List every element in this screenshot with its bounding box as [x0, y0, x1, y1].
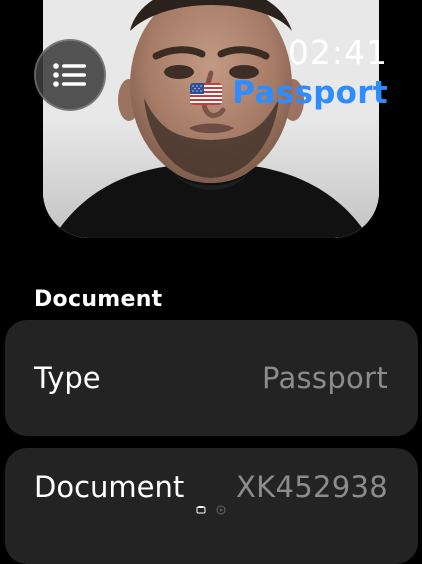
location-icon: [216, 500, 226, 519]
us-flag-icon: [190, 82, 223, 105]
detail-value: Passport: [261, 361, 388, 395]
detail-value: XK452938: [236, 470, 388, 504]
document-title-row: Passport: [190, 78, 388, 109]
section-title: Document: [34, 287, 163, 312]
detail-row-type[interactable]: Type Passport: [5, 320, 418, 436]
detail-label: Document: [34, 470, 185, 504]
list-icon: [53, 63, 87, 87]
document-title: Passport: [232, 75, 388, 111]
detail-label: Type: [34, 361, 101, 395]
wallet-icon: [196, 500, 206, 519]
menu-button[interactable]: [34, 39, 106, 111]
time-label: 02:41: [287, 33, 388, 72]
bottom-indicators: [196, 500, 226, 519]
